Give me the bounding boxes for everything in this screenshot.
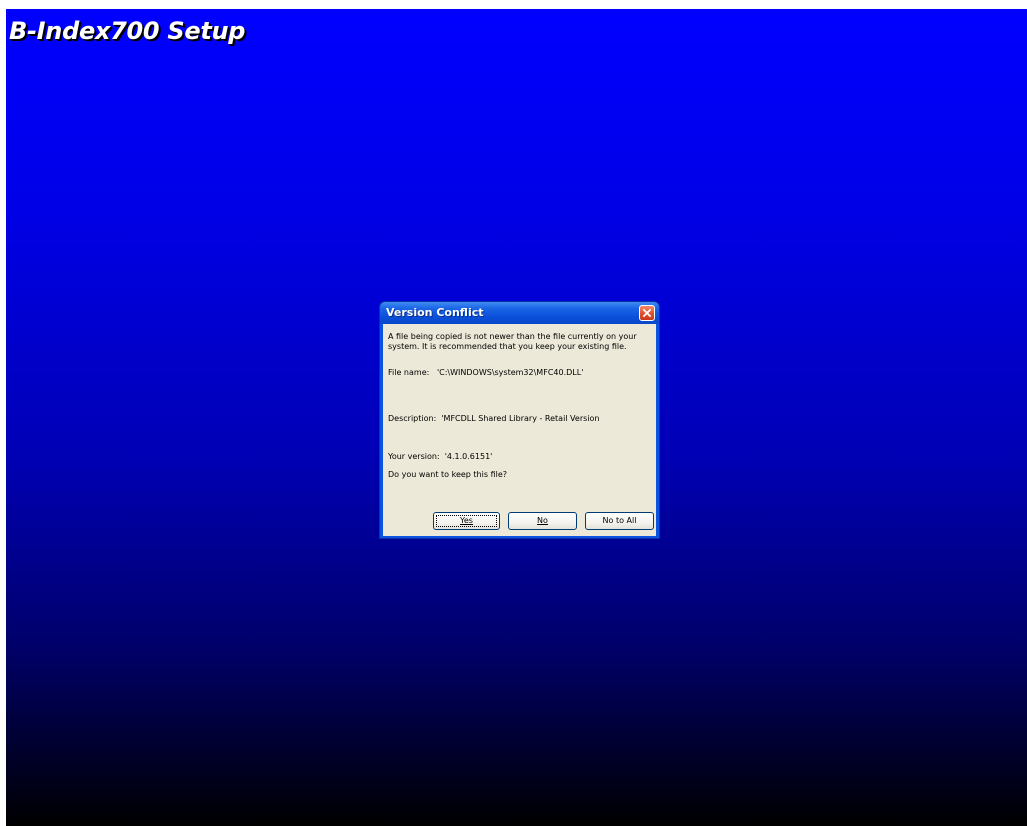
dialog-title: Version Conflict [386,306,484,319]
keep-file-question: Do you want to keep this file? [388,470,507,479]
version-conflict-dialog: Version Conflict A file being copied is … [379,301,660,539]
focus-rectangle [436,515,497,527]
dialog-body: A file being copied is not newer than th… [383,324,656,536]
description-text: Description: 'MFCDLL Shared Library - Re… [388,414,600,423]
your-version-text: Your version: '4.1.0.6151' [388,452,493,461]
no-to-all-button[interactable]: No to All [585,512,654,530]
setup-background: B-Index700 Setup Version Conflict A file… [6,9,1027,826]
yes-button[interactable]: Yes [433,512,500,530]
no-button[interactable]: No [508,512,577,530]
setup-title: B-Index700 Setup [9,17,246,45]
file-name-text: File name: 'C:\WINDOWS\system32\MFC40.DL… [388,368,584,377]
message-line-1: A file being copied is not newer than th… [388,332,637,341]
no-button-label: No [537,516,548,525]
dialog-titlebar[interactable]: Version Conflict [380,302,659,324]
no-to-all-button-label: No to All [602,516,637,525]
message-line-2: system. It is recommended that you keep … [388,342,627,351]
close-button[interactable] [639,305,655,321]
close-icon [642,308,652,318]
